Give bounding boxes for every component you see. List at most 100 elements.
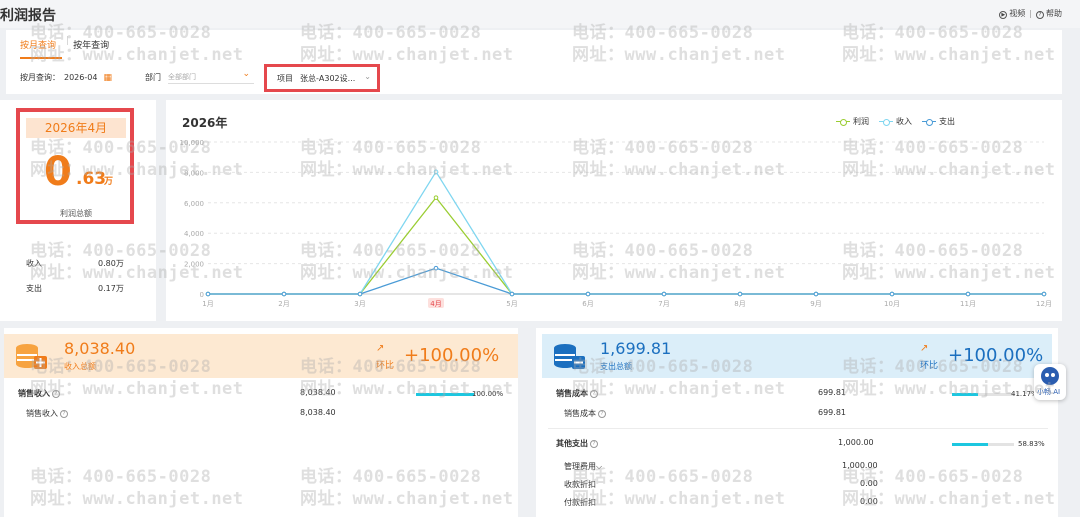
project-filter-highlight: 项目 张总-A302设... ⌄ xyxy=(264,64,380,92)
income-bar-pct: 100.00% xyxy=(472,390,504,398)
expense-summary-value: 0.17万 xyxy=(98,284,124,293)
x-tick-label: 11月 xyxy=(960,300,976,308)
project-select[interactable]: 张总-A302设... xyxy=(300,73,355,84)
help-link[interactable]: ? 帮助 xyxy=(1036,8,1062,19)
income-category-label: 销售收入 xyxy=(18,389,50,398)
series-point xyxy=(205,291,211,297)
month-filter: 按月查询： 2026-04 ▦ xyxy=(20,72,112,83)
coins-plus-icon xyxy=(16,344,47,369)
series-point xyxy=(433,195,439,200)
series-point xyxy=(1041,291,1047,297)
expense-item-label: 管理费用 xyxy=(564,462,596,471)
expense-category-cost[interactable]: 销售成本? xyxy=(556,388,598,399)
y-tick-label: 4,000 xyxy=(184,230,204,238)
line-chart: 0 2,000 4,000 6,000 8,000 10,000 1月 2月 3月 4月 5月 6月 7… xyxy=(180,139,1052,308)
trend-up-icon: ↗ xyxy=(920,343,929,354)
expense-summary: 支出 0.17万 xyxy=(26,283,124,294)
dept-select[interactable]: 全部部门 ⌄ xyxy=(168,68,254,84)
income-item-label: 销售收入 xyxy=(26,409,58,418)
expense-item-value: 0.00 xyxy=(860,479,878,488)
expense-item-admin[interactable]: 管理费用⌵ xyxy=(564,461,602,472)
expense-bar-pct: 58.83% xyxy=(1018,440,1045,448)
expense-summary-label: 支出 xyxy=(26,284,42,293)
video-link[interactable]: ▶ 视频 xyxy=(999,8,1025,19)
y-tick-label: 0 xyxy=(200,291,204,299)
help-circle-icon[interactable]: ? xyxy=(52,389,60,398)
help-circle-icon[interactable]: ? xyxy=(590,389,598,398)
chevron-down-icon: ⌄ xyxy=(242,69,250,79)
expense-bar-fill xyxy=(952,393,978,396)
profit-highlight-box: 2026年4月 0 .63 万 利润总额 xyxy=(16,108,134,224)
y-tick-label: 2,000 xyxy=(184,261,204,269)
x-tick-label: 6月 xyxy=(582,300,593,308)
chevron-down-icon: ⌄ xyxy=(364,72,371,81)
tab-yearly[interactable]: 按年查询 xyxy=(73,36,115,59)
play-circle-icon: ▶ xyxy=(999,11,1008,19)
expense-huanbi-label: 环比 xyxy=(920,361,939,371)
expense-item-receipt-discount: 收款折扣 xyxy=(564,480,596,489)
help-circle-icon[interactable]: ? xyxy=(598,409,606,418)
series-point xyxy=(433,169,439,175)
x-tick-label: 2月 xyxy=(278,300,289,308)
dept-filter-label: 部门 xyxy=(145,73,161,82)
y-tick-label: 8,000 xyxy=(184,169,204,177)
expense-item-payment-discount: 付款折扣 xyxy=(564,498,596,507)
help-circle-icon[interactable]: ? xyxy=(60,409,68,418)
series-point xyxy=(433,265,439,271)
tab-monthly[interactable]: 按月查询 xyxy=(20,36,63,59)
y-tick-label: 6,000 xyxy=(184,200,204,208)
query-tabs: 按月查询 | 按年查询 xyxy=(20,36,119,59)
month-picker[interactable]: 2026-04 xyxy=(64,73,97,82)
expense-total: 1,699.81 xyxy=(600,339,672,358)
expense-total-label: 支出总额 xyxy=(600,362,632,371)
expense-item-cost[interactable]: 销售成本? xyxy=(564,408,606,419)
chart-card: 2026年 利润 收入 支出 0 2,000 4,000 6,000 8,000 10,0… xyxy=(166,100,1062,321)
ai-assistant-button[interactable]: 小畅 AI xyxy=(1034,364,1066,400)
income-panel-header: 8,038.40 收入总额 ↗ 环比 +100.00% xyxy=(4,334,518,378)
expense-category-value: 1,000.00 xyxy=(838,438,874,447)
link-separator: | xyxy=(1029,9,1032,18)
income-huanbi-value: +100.00% xyxy=(404,345,500,366)
income-item-value: 8,038.40 xyxy=(300,408,336,417)
question-circle-icon: ? xyxy=(1036,11,1044,19)
income-category-sales[interactable]: 销售收入? xyxy=(18,388,60,399)
chevron-down-icon[interactable]: ⌵ xyxy=(596,462,602,471)
series-point xyxy=(585,291,591,297)
coins-minus-icon xyxy=(554,344,585,369)
x-tick-label: 10月 xyxy=(884,300,900,308)
profit-summary-card: 2026年4月 0 .63 万 利润总额 收入 0.80万 支出 0.17万 xyxy=(0,100,156,321)
ai-assistant-label: 小畅 AI xyxy=(1037,388,1061,396)
series-point xyxy=(281,291,287,297)
help-circle-icon[interactable]: ? xyxy=(590,439,598,448)
expense-category-label: 销售成本 xyxy=(556,389,588,398)
income-item-sales[interactable]: 销售收入? xyxy=(26,408,68,419)
x-tick-label: 7月 xyxy=(658,300,669,308)
help-link-label: 帮助 xyxy=(1046,9,1062,18)
expense-category-other[interactable]: 其他支出? xyxy=(556,438,598,449)
profit-total-unit: 万 xyxy=(104,177,114,187)
series-line-0 xyxy=(208,196,1044,295)
calendar-icon[interactable]: ▦ xyxy=(103,73,112,83)
income-bar-fill xyxy=(416,393,474,396)
robot-icon xyxy=(1041,367,1059,385)
income-summary: 收入 0.80万 xyxy=(26,258,124,269)
income-category-value: 8,038.40 xyxy=(300,388,336,397)
x-tick-label: 1月 xyxy=(202,300,213,308)
dept-select-value: 全部部门 xyxy=(168,73,196,81)
project-filter-label: 项目 xyxy=(277,74,293,83)
x-tick-label: 4月 xyxy=(430,300,441,308)
page-title: 利润报告 xyxy=(0,8,56,24)
x-tick-label: 8月 xyxy=(734,300,745,308)
expense-item-value: 1,000.00 xyxy=(842,461,878,470)
series-line-2 xyxy=(208,267,1044,295)
profit-total-label: 利润总额 xyxy=(60,209,92,218)
expense-item-value: 699.81 xyxy=(818,408,846,417)
section-divider xyxy=(548,428,1048,429)
x-tick-label: 5月 xyxy=(506,300,517,308)
income-total: 8,038.40 xyxy=(64,339,136,358)
series-point xyxy=(813,291,819,297)
x-tick-label: 12月 xyxy=(1036,300,1052,308)
series-point xyxy=(661,291,667,297)
period-label: 2026年4月 xyxy=(26,118,126,138)
expense-category-label: 其他支出 xyxy=(556,439,588,448)
